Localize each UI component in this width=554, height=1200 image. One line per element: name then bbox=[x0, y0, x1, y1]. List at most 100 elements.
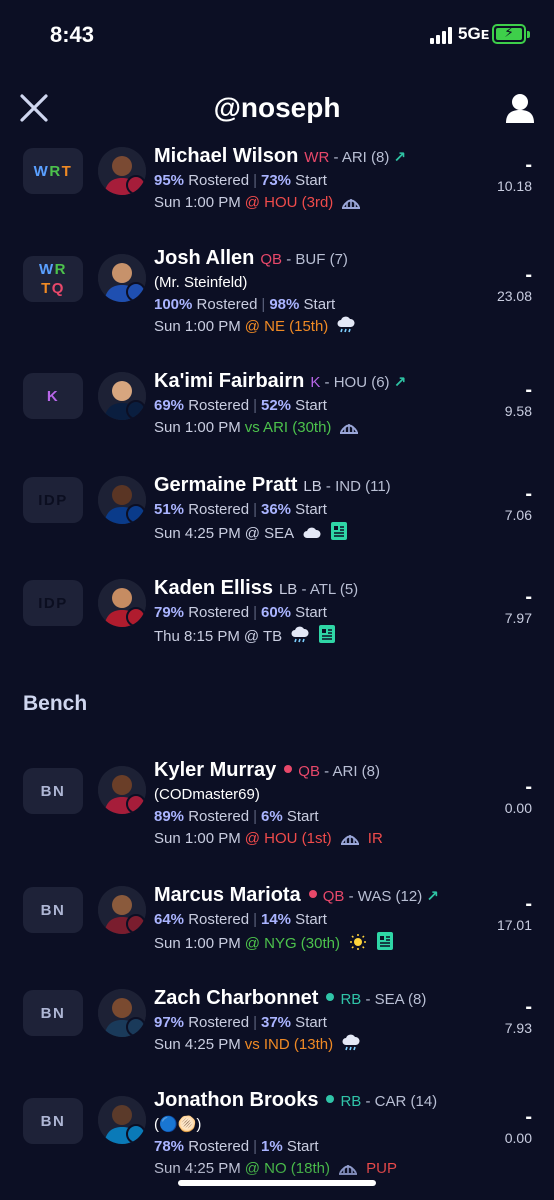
opponent[interactable]: @ SEA bbox=[245, 525, 294, 542]
player-avatar[interactable] bbox=[98, 886, 146, 934]
news-icon[interactable] bbox=[318, 624, 336, 651]
slot-line: BN bbox=[41, 901, 66, 920]
rostered-percent: 78% bbox=[154, 1138, 185, 1155]
game-info: Sun 1:00 PM vs ARI (30th) bbox=[154, 417, 484, 442]
opponent[interactable]: @ HOU (1st) bbox=[245, 830, 332, 847]
opponent[interactable]: vs ARI (30th) bbox=[245, 419, 332, 436]
bench-player-row[interactable]: BN Marcus Mariota QB - WAS (12) ↗ 64% Roster… bbox=[0, 883, 554, 983]
bench-section-title: Bench bbox=[23, 692, 88, 715]
rostered-label: Rostered bbox=[184, 172, 250, 189]
start-label: Start bbox=[291, 501, 327, 518]
player-name[interactable]: Kaden Elliss bbox=[154, 577, 273, 599]
slot-badge-bn[interactable]: BN bbox=[23, 990, 83, 1036]
player-avatar[interactable] bbox=[98, 372, 146, 420]
opponent[interactable]: vs IND (13th) bbox=[245, 1036, 333, 1053]
rostered-label: Rostered bbox=[184, 604, 250, 621]
player-name-line: Zach Charbonnet RB - SEA (8) bbox=[154, 986, 484, 1012]
player-avatar[interactable] bbox=[98, 476, 146, 524]
cloud-rain-icon[interactable] bbox=[336, 316, 356, 341]
dome-icon[interactable] bbox=[341, 194, 361, 217]
player-score: - 9.58 bbox=[505, 379, 532, 421]
team-separator: - bbox=[329, 149, 342, 166]
opponent[interactable]: @ NE (15th) bbox=[245, 318, 329, 335]
signal-icon bbox=[430, 26, 454, 44]
player-name[interactable]: Zach Charbonnet bbox=[154, 987, 318, 1009]
player-avatar[interactable] bbox=[98, 1096, 146, 1144]
player-position: K bbox=[310, 374, 321, 391]
roster-stats: 69% Rostered | 52% Start bbox=[154, 395, 484, 417]
game-time: Sun 4:25 PM bbox=[154, 1036, 241, 1053]
cloud-rain-icon[interactable] bbox=[341, 1034, 361, 1059]
bench-player-row[interactable]: BN Kyler Murray QB - ARI (8) (CODmaster69) 8… bbox=[0, 758, 554, 858]
rostered-percent: 69% bbox=[154, 397, 185, 414]
opponent[interactable]: @ HOU (3rd) bbox=[245, 194, 334, 211]
slot-badge-idp[interactable]: IDP bbox=[23, 580, 83, 626]
projected-score-placeholder: - bbox=[525, 154, 532, 176]
fantasy-points: 9.58 bbox=[504, 403, 532, 419]
player-info: Michael Wilson WR - ARI (8) ↗ 95% Rostered |… bbox=[154, 144, 484, 217]
slot-letter: P bbox=[56, 491, 68, 509]
rostered-label: Rostered bbox=[184, 1138, 250, 1155]
cloud-icon[interactable] bbox=[302, 525, 322, 548]
opponent[interactable]: @ TB bbox=[244, 628, 282, 645]
player-score: - 0.00 bbox=[505, 1106, 532, 1148]
opponent[interactable]: @ NYG (30th) bbox=[245, 935, 340, 952]
slot-badge-bn[interactable]: BN bbox=[23, 887, 83, 933]
profile-button[interactable] bbox=[504, 92, 536, 124]
dome-icon[interactable] bbox=[340, 830, 360, 853]
fantasy-points: 7.93 bbox=[504, 1020, 532, 1036]
starter-row[interactable]: IDP Germaine Pratt LB - IND (11) 51% Roster… bbox=[0, 473, 554, 573]
player-name[interactable]: Jonathon Brooks bbox=[154, 1089, 318, 1111]
projected-score-placeholder: - bbox=[525, 776, 532, 798]
start-label: Start bbox=[291, 1014, 327, 1031]
player-name[interactable]: Michael Wilson bbox=[154, 145, 298, 167]
player-info: Josh Allen QB - BUF (7) (Mr. Steinfeld) 100… bbox=[154, 246, 484, 341]
player-team: CAR (14) bbox=[374, 1093, 438, 1110]
player-position: QB bbox=[322, 888, 345, 905]
player-name[interactable]: Marcus Mariota bbox=[154, 884, 301, 906]
slot-line: WR bbox=[39, 260, 67, 279]
slot-badge-wrt[interactable]: WRT bbox=[23, 148, 83, 194]
starter-row[interactable]: WR TQ Josh Allen QB - BUF (7) (Mr. Steinfeld… bbox=[0, 246, 554, 346]
slot-letter: N bbox=[53, 1112, 66, 1130]
stat-divider: | bbox=[253, 501, 257, 518]
player-avatar[interactable] bbox=[98, 989, 146, 1037]
player-position: LB bbox=[278, 581, 298, 598]
bench-player-row[interactable]: BN Zach Charbonnet RB - SEA (8) 97% Rostere… bbox=[0, 986, 554, 1086]
player-avatar[interactable] bbox=[98, 766, 146, 814]
start-label: Start bbox=[282, 1138, 319, 1155]
news-icon[interactable] bbox=[376, 931, 394, 958]
game-time: Thu 8:15 PM bbox=[154, 628, 240, 645]
player-name[interactable]: Kyler Murray bbox=[154, 759, 276, 781]
player-team: IND (11) bbox=[335, 478, 391, 495]
player-name[interactable]: Ka'imi Fairbairn bbox=[154, 370, 304, 392]
sun-icon[interactable] bbox=[348, 933, 368, 958]
starter-row[interactable]: WRT Michael Wilson WR - ARI (8) ↗ 95% Roster… bbox=[0, 144, 554, 244]
rostered-label: Rostered bbox=[184, 808, 250, 825]
dome-icon[interactable] bbox=[339, 419, 359, 442]
slot-letter: D bbox=[43, 594, 57, 612]
team-logo-icon bbox=[126, 400, 146, 420]
starter-row[interactable]: K Ka'imi Fairbairn K - HOU (6) ↗ 69% Rostere… bbox=[0, 369, 554, 469]
player-team: ARI (8) bbox=[341, 149, 390, 166]
player-avatar[interactable] bbox=[98, 579, 146, 627]
player-team: WAS (12) bbox=[357, 888, 423, 905]
cloud-rain-icon[interactable] bbox=[290, 626, 310, 651]
player-avatar[interactable] bbox=[98, 147, 146, 195]
roster-stats: 89% Rostered | 6% Start bbox=[154, 806, 484, 828]
slot-badge-k[interactable]: K bbox=[23, 373, 83, 419]
battery-icon: ⚡ bbox=[492, 24, 530, 44]
player-name[interactable]: Germaine Pratt bbox=[154, 474, 297, 496]
slot-badge-idp[interactable]: IDP bbox=[23, 477, 83, 523]
slot-badge-wrtq[interactable]: WR TQ bbox=[23, 256, 83, 302]
team-logo-icon bbox=[126, 607, 146, 627]
player-name[interactable]: Josh Allen bbox=[154, 247, 254, 269]
slot-badge-bn[interactable]: BN bbox=[23, 1098, 83, 1144]
player-avatar[interactable] bbox=[98, 254, 146, 302]
player-info: Germaine Pratt LB - IND (11) 51% Rostered |… bbox=[154, 473, 484, 548]
start-percent: 1% bbox=[260, 1138, 283, 1155]
game-time: Sun 1:00 PM bbox=[154, 935, 241, 952]
starter-row[interactable]: IDP Kaden Elliss LB - ATL (5) 79% Rostered |… bbox=[0, 576, 554, 676]
news-icon[interactable] bbox=[330, 521, 348, 548]
slot-badge-bn[interactable]: BN bbox=[23, 768, 83, 814]
